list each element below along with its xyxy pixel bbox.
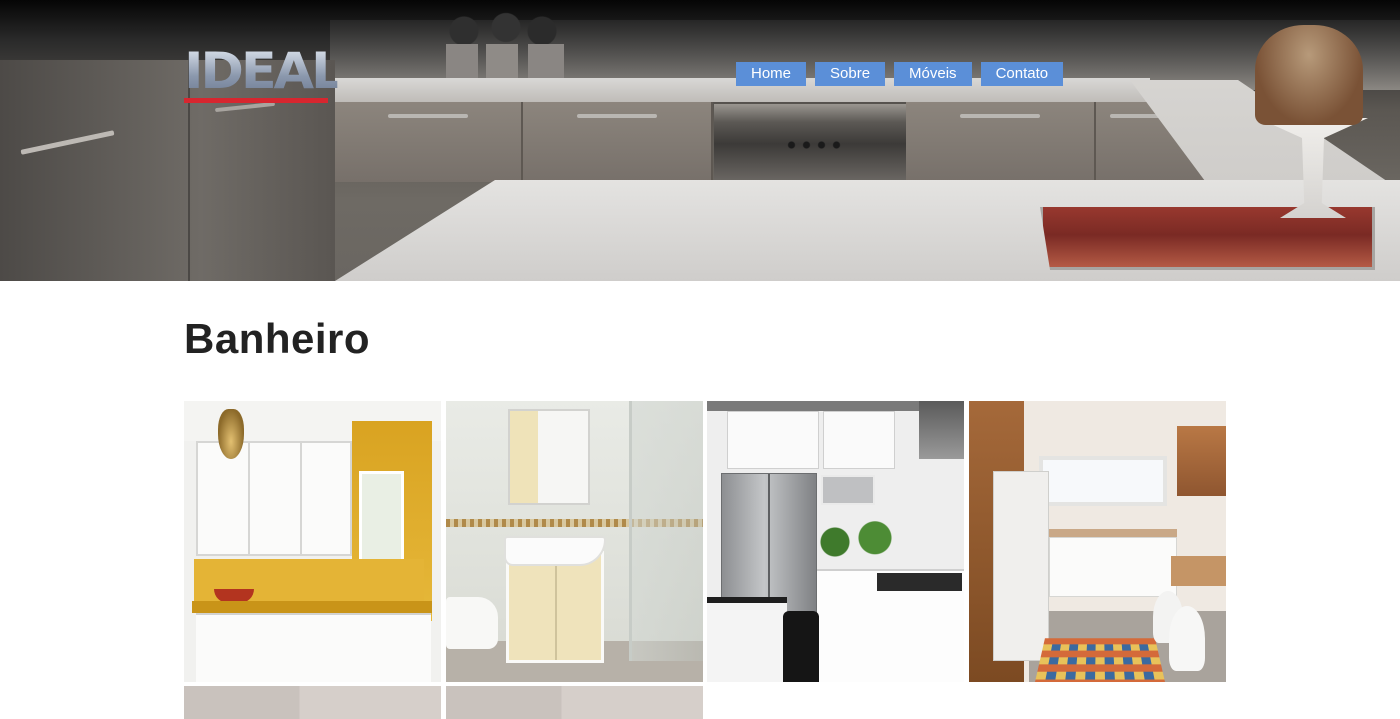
hero-oven: [714, 104, 906, 184]
gallery-image-3[interactable]: [707, 401, 964, 682]
site-logo[interactable]: IDEAL: [184, 46, 344, 104]
hero-cabinet: [523, 102, 713, 182]
gallery-image-4[interactable]: [969, 401, 1226, 682]
hero-cake: [1255, 25, 1363, 125]
logo-text: IDEAL: [184, 42, 344, 100]
hero-plant-pots: [446, 44, 564, 80]
nav-contato[interactable]: Contato: [980, 62, 1064, 86]
nav-moveis[interactable]: Móveis: [894, 62, 972, 86]
header-hero: IDEAL Home Sobre Móveis Contato: [0, 0, 1400, 281]
image-gallery: [184, 401, 1226, 719]
nav-home[interactable]: Home: [736, 62, 807, 86]
gallery-image-2[interactable]: [446, 401, 703, 682]
gallery-image-5[interactable]: [184, 686, 441, 719]
logo-underline: [184, 98, 328, 103]
lamp-image: [218, 409, 244, 459]
gallery-image-6[interactable]: [446, 686, 703, 719]
page-title: Banheiro: [184, 315, 371, 362]
hero-cabinet: [335, 102, 523, 182]
nav-sobre[interactable]: Sobre: [815, 62, 886, 86]
hero-cabinet: [906, 102, 1096, 182]
main-nav: Home Sobre Móveis Contato: [736, 62, 1064, 86]
gallery-image-1[interactable]: [184, 401, 441, 682]
